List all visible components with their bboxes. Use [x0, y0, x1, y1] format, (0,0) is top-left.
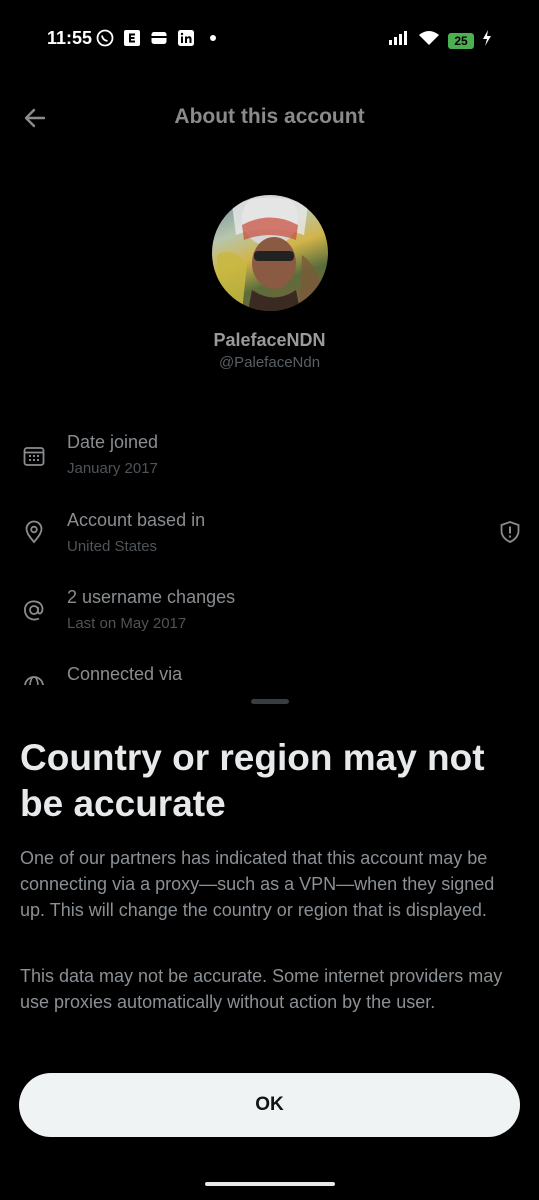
row-subtitle: January 2017 [67, 460, 158, 477]
row-title: Date joined [67, 432, 159, 452]
sheet-paragraph-2: This data may not be accurate. Some inte… [20, 966, 503, 1012]
e-app-icon [123, 29, 141, 47]
avatar[interactable] [212, 195, 328, 311]
row-title: Connected via [67, 664, 183, 684]
linkedin-icon [177, 29, 195, 47]
username-handle: @PalefaceNdn [218, 354, 321, 371]
ok-button[interactable]: OK [19, 1073, 520, 1137]
status-time: 11:55 [47, 28, 93, 48]
row-title: 2 username changes [67, 587, 236, 607]
notification-icons [96, 29, 222, 47]
charging-icon [482, 30, 492, 51]
calendar-icon [20, 442, 48, 470]
sheet-grabber[interactable] [251, 699, 289, 704]
at-sign-icon [20, 596, 48, 624]
shield-alert-icon[interactable] [498, 520, 522, 544]
status-bar: 11:55 25 [0, 0, 539, 80]
sheet-paragraph-1: One of our partners has indicated that t… [20, 848, 495, 920]
date-joined-row: Date joined January 2017 [0, 430, 539, 490]
signal-icon [388, 30, 410, 51]
home-indicator[interactable] [205, 1182, 335, 1186]
row-subtitle: Last on May 2017 [67, 615, 187, 632]
wifi-icon [418, 30, 440, 51]
wallet-icon [150, 29, 168, 47]
dot-icon [204, 29, 222, 47]
username-changes-row: 2 username changes Last on May 2017 [0, 585, 539, 645]
row-subtitle: United States [67, 538, 158, 555]
system-icons: 25 [388, 30, 492, 51]
whatsapp-icon [96, 29, 114, 47]
location-pin-icon [20, 518, 48, 546]
bottom-sheet: Country or region may not be accurate On… [0, 685, 539, 1200]
battery-icon: 25 [448, 32, 474, 49]
page-title: About this account [174, 105, 365, 128]
row-title: Account based in [67, 510, 206, 530]
account-location-row: Account based in United States [0, 508, 539, 568]
display-name: PalefaceNDN [213, 330, 326, 350]
sheet-title: Country or region may not be accurate [20, 737, 485, 824]
